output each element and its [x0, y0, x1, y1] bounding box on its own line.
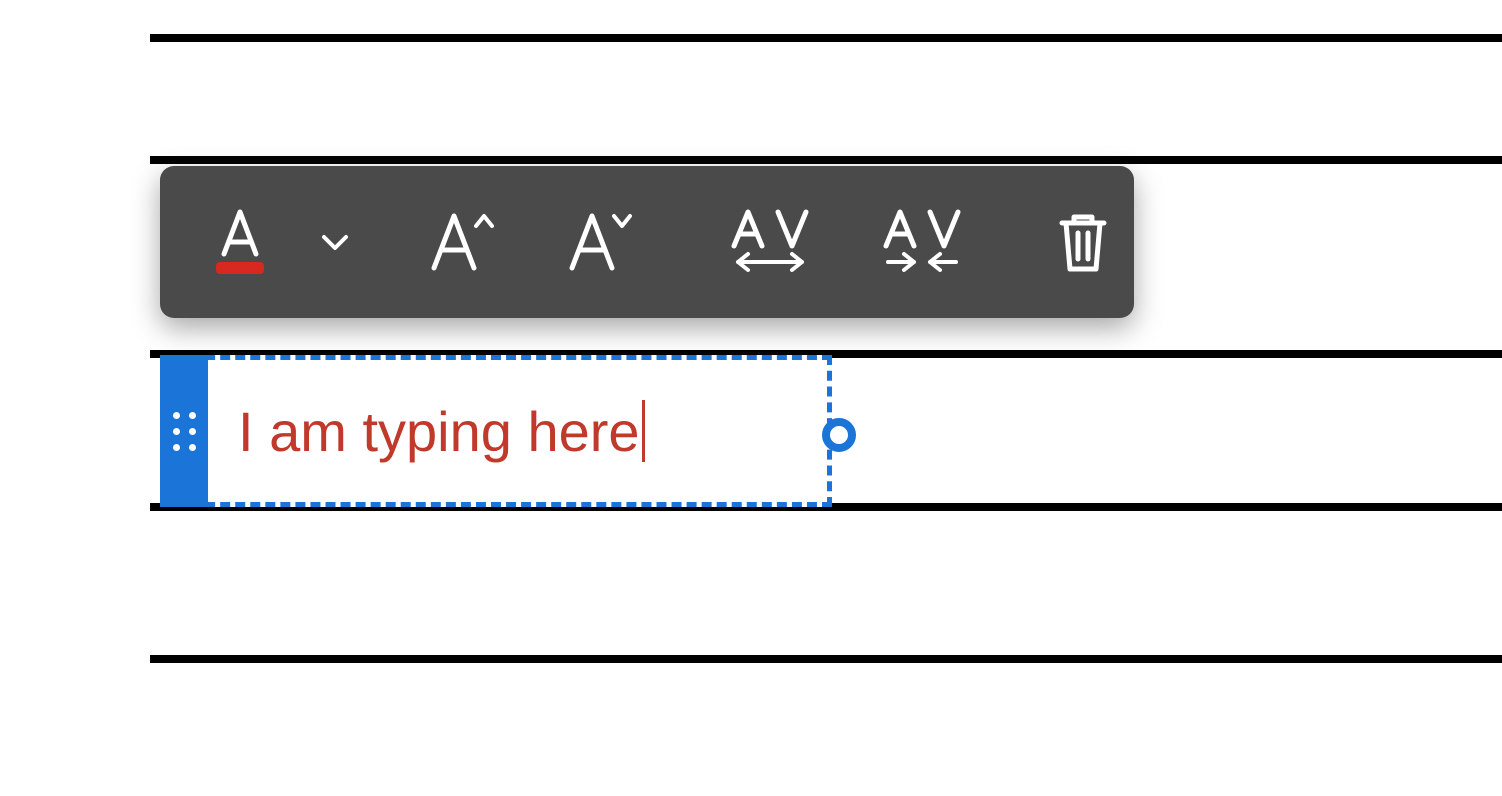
text-caret — [642, 400, 645, 462]
spacing-increase-icon — [724, 206, 816, 278]
drag-handle[interactable] — [160, 355, 208, 507]
font-color-icon — [210, 206, 270, 278]
delete-button[interactable] — [1026, 166, 1140, 318]
trash-icon — [1052, 207, 1114, 277]
font-increase-icon — [424, 206, 502, 278]
font-color-dropdown[interactable] — [304, 166, 366, 318]
grip-dots-icon — [173, 412, 196, 451]
ruled-line — [150, 156, 1502, 164]
spacing-decrease-icon — [876, 206, 968, 278]
chevron-down-icon — [318, 225, 352, 259]
ruled-line — [150, 34, 1502, 42]
text-annotation-box[interactable]: I am typing here — [160, 355, 832, 507]
decrease-spacing-button[interactable] — [850, 166, 994, 318]
increase-spacing-button[interactable] — [698, 166, 842, 318]
text-box-input[interactable]: I am typing here — [238, 355, 645, 507]
font-color-button[interactable] — [184, 166, 296, 318]
font-decrease-icon — [562, 206, 640, 278]
resize-handle-right[interactable] — [822, 418, 856, 452]
text-content: I am typing here — [238, 399, 640, 464]
increase-font-size-button[interactable] — [398, 166, 528, 318]
ruled-line — [150, 655, 1502, 663]
text-formatting-toolbar — [160, 166, 1134, 318]
decrease-font-size-button[interactable] — [536, 166, 666, 318]
